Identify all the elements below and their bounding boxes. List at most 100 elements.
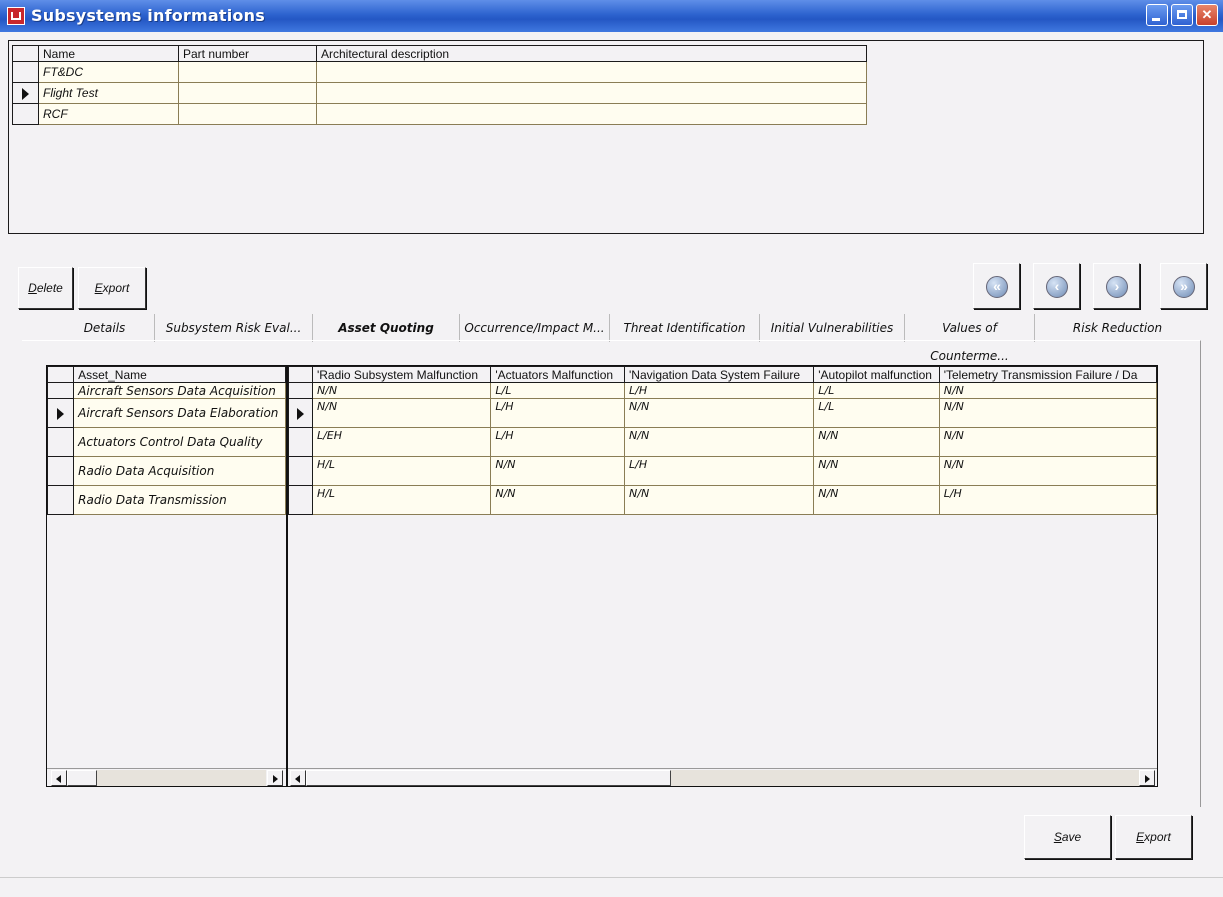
scroll-track[interactable] <box>97 770 266 786</box>
table-row[interactable]: H/L N/N L/H N/N N/N <box>288 456 1157 486</box>
table-row[interactable]: N/N L/L L/H L/L N/N <box>288 382 1157 399</box>
row-selector[interactable] <box>12 103 39 125</box>
cell-description[interactable] <box>316 61 867 83</box>
scroll-right-button[interactable] <box>267 770 283 786</box>
quote-cell[interactable]: N/N <box>624 398 815 428</box>
cell-asset-name[interactable]: Radio Data Acquisition <box>73 456 286 486</box>
title-bar[interactable]: Subsystems informations ✕ <box>0 0 1223 32</box>
tab-threat-identification[interactable]: Threat Identification <box>610 314 760 342</box>
table-row[interactable]: Flight Test <box>12 82 867 104</box>
quote-cell[interactable]: H/L <box>311 456 492 486</box>
last-record-button[interactable]: » <box>1160 263 1207 309</box>
quote-cell[interactable]: N/N <box>938 382 1157 399</box>
next-record-button[interactable]: › <box>1093 263 1140 309</box>
tab-risk-reduction[interactable]: Risk Reduction <box>1035 314 1200 342</box>
table-row[interactable]: Aircraft Sensors Data Acquisition <box>46 382 286 399</box>
quote-cell[interactable]: L/H <box>624 456 815 486</box>
cell-part-number[interactable] <box>178 61 317 83</box>
scroll-track[interactable] <box>671 770 1139 786</box>
quote-cell[interactable]: L/L <box>813 382 940 399</box>
table-row[interactable]: H/L N/N N/N N/N L/H <box>288 485 1157 515</box>
quote-cell[interactable]: N/N <box>938 398 1157 428</box>
scroll-left-button[interactable] <box>51 770 67 786</box>
tab-values-of-countermeasures[interactable]: Values of Counterme... <box>905 314 1035 363</box>
column-header-asset-name[interactable]: Asset_Name <box>73 366 286 383</box>
asset-grid[interactable]: Asset_Name Aircraft Sensors Data Acquisi… <box>46 365 287 787</box>
row-selector[interactable] <box>288 382 313 399</box>
quoting-grid[interactable]: 'Radio Subsystem Malfunction 'Actuators … <box>287 365 1158 787</box>
cell-part-number[interactable] <box>178 82 317 104</box>
quote-cell[interactable]: N/N <box>490 485 626 515</box>
save-button[interactable]: Save <box>1024 815 1111 859</box>
table-row[interactable]: Radio Data Acquisition <box>46 456 286 486</box>
tab-subsystem-risk-evaluation[interactable]: Subsystem Risk Eval... <box>155 314 313 342</box>
quote-cell[interactable]: N/N <box>624 427 815 457</box>
maximize-button[interactable] <box>1171 4 1193 26</box>
cell-name[interactable]: FT&DC <box>38 61 179 83</box>
quote-cell[interactable]: N/N <box>490 456 626 486</box>
column-header-architectural-description[interactable]: Architectural description <box>316 45 867 62</box>
export-button[interactable]: Export <box>78 267 146 309</box>
column-header-telemetry[interactable]: 'Telemetry Transmission Failure / Da <box>938 366 1157 383</box>
column-header-navigation[interactable]: 'Navigation Data System Failure <box>624 366 815 383</box>
minimize-button[interactable] <box>1146 4 1168 26</box>
cell-name[interactable]: RCF <box>38 103 179 125</box>
column-header-name[interactable]: Name <box>38 45 179 62</box>
quote-cell[interactable]: N/N <box>311 382 492 399</box>
cell-part-number[interactable] <box>178 103 317 125</box>
column-header-radio-subsystem[interactable]: 'Radio Subsystem Malfunction <box>311 366 492 383</box>
cell-name[interactable]: Flight Test <box>38 82 179 104</box>
quote-cell[interactable]: N/N <box>938 456 1157 486</box>
quote-cell[interactable]: L/H <box>490 398 626 428</box>
row-selector[interactable] <box>46 456 75 486</box>
column-header-autopilot[interactable]: 'Autopilot malfunction <box>813 366 940 383</box>
quote-cell[interactable]: L/L <box>813 398 940 428</box>
row-selector[interactable] <box>12 61 39 83</box>
column-header-actuators[interactable]: 'Actuators Malfunction <box>490 366 626 383</box>
subsystems-grid[interactable]: Name Part number Architectural descripti… <box>8 40 1204 234</box>
footer-export-button[interactable]: Export <box>1115 815 1192 859</box>
cell-description[interactable] <box>316 82 867 104</box>
asset-horizontal-scrollbar[interactable] <box>47 768 286 786</box>
scroll-left-button[interactable] <box>290 770 306 786</box>
quote-cell[interactable]: N/N <box>624 485 815 515</box>
close-button[interactable]: ✕ <box>1196 4 1218 26</box>
row-selector[interactable] <box>12 82 39 104</box>
table-row[interactable]: Actuators Control Data Quality <box>46 427 286 457</box>
tab-occurrence-impact[interactable]: Occurrence/Impact M... <box>460 314 610 342</box>
row-selector[interactable] <box>288 398 313 428</box>
row-selector[interactable] <box>46 398 75 428</box>
scroll-right-button[interactable] <box>1139 770 1155 786</box>
row-selector[interactable] <box>46 427 75 457</box>
table-row[interactable]: L/EH L/H N/N N/N N/N <box>288 427 1157 457</box>
cell-asset-name[interactable]: Actuators Control Data Quality <box>73 427 286 457</box>
table-row[interactable]: FT&DC <box>12 61 867 83</box>
quote-cell[interactable]: N/N <box>311 398 492 428</box>
quote-cell[interactable]: L/H <box>938 485 1157 515</box>
table-row[interactable]: Aircraft Sensors Data Elaboration <box>46 398 286 428</box>
table-row[interactable]: RCF <box>12 103 867 125</box>
cell-asset-name[interactable]: Aircraft Sensors Data Acquisition <box>73 382 286 399</box>
delete-button[interactable]: Delete <box>18 267 73 309</box>
row-selector[interactable] <box>288 456 313 486</box>
tab-initial-vulnerabilities[interactable]: Initial Vulnerabilities <box>760 314 905 342</box>
quote-cell[interactable]: N/N <box>813 456 940 486</box>
tab-asset-quoting[interactable]: Asset Quoting <box>313 314 460 342</box>
cell-asset-name[interactable]: Aircraft Sensors Data Elaboration <box>73 398 286 428</box>
column-header-part-number[interactable]: Part number <box>178 45 317 62</box>
quote-cell[interactable]: L/EH <box>311 427 492 457</box>
quote-cell[interactable]: N/N <box>813 427 940 457</box>
row-selector[interactable] <box>288 427 313 457</box>
quote-cell[interactable]: L/L <box>490 382 626 399</box>
scroll-thumb[interactable] <box>67 770 97 786</box>
quoting-horizontal-scrollbar[interactable] <box>288 768 1157 786</box>
quote-cell[interactable]: L/H <box>624 382 815 399</box>
scroll-thumb[interactable] <box>306 770 671 786</box>
quote-cell[interactable]: N/N <box>813 485 940 515</box>
quote-cell[interactable]: N/N <box>938 427 1157 457</box>
tab-details[interactable]: Details <box>55 314 155 342</box>
cell-asset-name[interactable]: Radio Data Transmission <box>73 485 286 515</box>
previous-record-button[interactable]: ‹ <box>1033 263 1080 309</box>
row-selector[interactable] <box>46 485 75 515</box>
quote-cell[interactable]: L/H <box>490 427 626 457</box>
